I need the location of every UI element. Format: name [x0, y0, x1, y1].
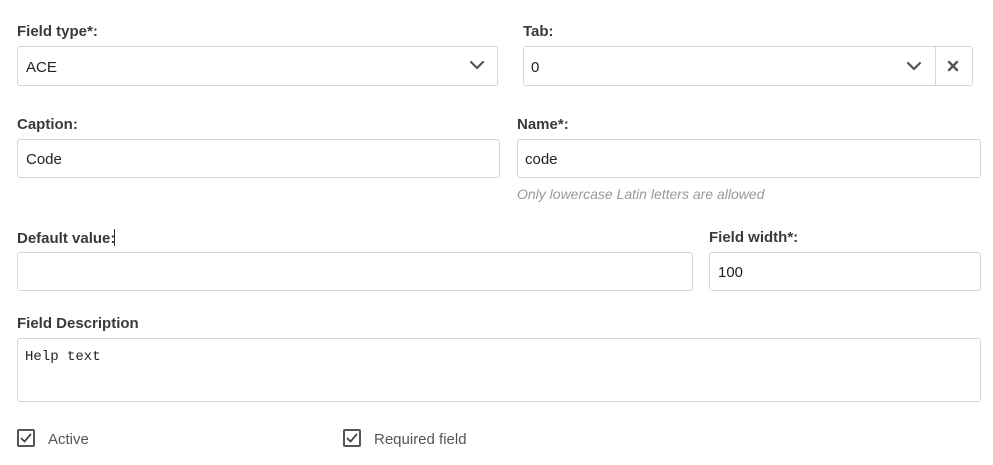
active-checkbox[interactable]	[17, 429, 35, 447]
required-field-label[interactable]: Required field	[374, 431, 467, 448]
check-icon	[20, 432, 32, 444]
name-input[interactable]: code	[517, 139, 981, 178]
tab-select-divider	[935, 47, 936, 85]
default-value-label-text: Default value:	[17, 230, 116, 247]
field-type-select[interactable]: ACE	[17, 46, 498, 86]
close-icon[interactable]	[947, 60, 959, 72]
text-cursor	[114, 229, 116, 246]
field-width-input-value: 100	[718, 264, 744, 281]
tab-select[interactable]: 0	[523, 46, 973, 86]
required-field-checkbox-row[interactable]: Required field	[343, 428, 503, 452]
chevron-down-icon[interactable]	[906, 60, 922, 72]
field-description-textarea[interactable]: Help text	[17, 338, 981, 402]
name-hint: Only lowercase Latin letters are allowed	[517, 186, 765, 202]
tab-selected-value: 0	[531, 59, 540, 76]
tab-label: Tab:	[523, 23, 554, 40]
active-label[interactable]: Active	[48, 431, 89, 448]
chevron-down-icon[interactable]	[469, 59, 485, 71]
field-type-label: Field type*:	[17, 23, 98, 40]
field-type-selected-value: ACE	[26, 59, 57, 76]
check-icon	[346, 432, 358, 444]
default-value-label: Default value:	[17, 229, 116, 247]
name-label: Name*:	[517, 116, 569, 133]
active-checkbox-row[interactable]: Active	[17, 428, 137, 452]
field-description-value: Help text	[25, 349, 101, 365]
caption-input[interactable]: Code	[17, 139, 500, 178]
caption-label: Caption:	[17, 116, 78, 133]
caption-input-value: Code	[26, 151, 62, 168]
default-value-input[interactable]	[17, 252, 693, 291]
field-width-label: Field width*:	[709, 229, 799, 246]
name-input-value: code	[525, 151, 558, 168]
field-description-label: Field Description	[17, 315, 139, 332]
field-width-input[interactable]: 100	[709, 252, 981, 291]
required-field-checkbox[interactable]	[343, 429, 361, 447]
